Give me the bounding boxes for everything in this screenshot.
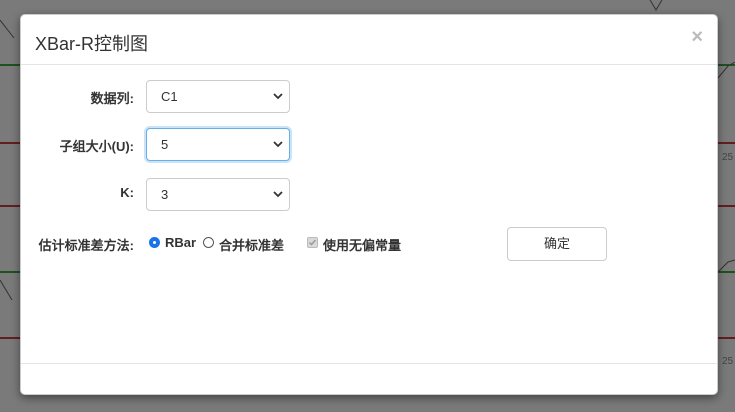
data-column-label: 数据列: — [90, 91, 134, 106]
unbiased-checkbox[interactable] — [307, 237, 318, 248]
bg-series-line — [0, 19, 15, 39]
dialog-title: XBar-R控制图 — [35, 34, 149, 54]
data-column-value: C1 — [161, 89, 178, 104]
pooled-std-label[interactable]: 合并标准差 — [219, 235, 284, 254]
check-icon — [308, 239, 317, 246]
dialog-footer-divider — [21, 363, 717, 364]
bg-series-line — [649, 0, 663, 11]
bg-series-line — [717, 259, 735, 273]
chevron-down-icon — [273, 93, 283, 100]
subgroup-size-select[interactable]: 5 — [146, 128, 290, 161]
subgroup-size-label: 子组大小(U): — [59, 139, 134, 154]
subgroup-size-value: 5 — [161, 137, 169, 152]
k-label: K: — [120, 185, 134, 200]
ok-button[interactable]: 确定 — [507, 227, 607, 261]
pooled-std-radio[interactable] — [203, 237, 214, 248]
bg-tick-label: 25 — [722, 152, 734, 163]
bg-series-line — [0, 279, 13, 301]
dialog-header: XBar-R控制图 × — [21, 15, 717, 65]
data-column-select[interactable]: C1 — [146, 80, 290, 113]
unbiased-label[interactable]: 使用无偏常量 — [323, 235, 401, 254]
std-method-label: 估计标准差方法: — [38, 238, 134, 253]
chevron-down-icon — [273, 191, 283, 198]
k-value: 3 — [161, 187, 169, 202]
xbar-r-dialog: XBar-R控制图 × 数据列: C1 子组大小(U): 5 K: 3 估计标准… — [20, 14, 718, 395]
rbar-label[interactable]: RBar — [165, 235, 196, 250]
chevron-down-icon — [273, 141, 283, 148]
k-select[interactable]: 3 — [146, 178, 290, 211]
close-button[interactable]: × — [691, 27, 703, 47]
bg-tick-label: 25 — [722, 356, 734, 367]
std-method-row: 估计标准差方法: RBar 合并标准差 使用无偏常量 — [21, 233, 717, 253]
rbar-radio[interactable] — [149, 237, 160, 248]
